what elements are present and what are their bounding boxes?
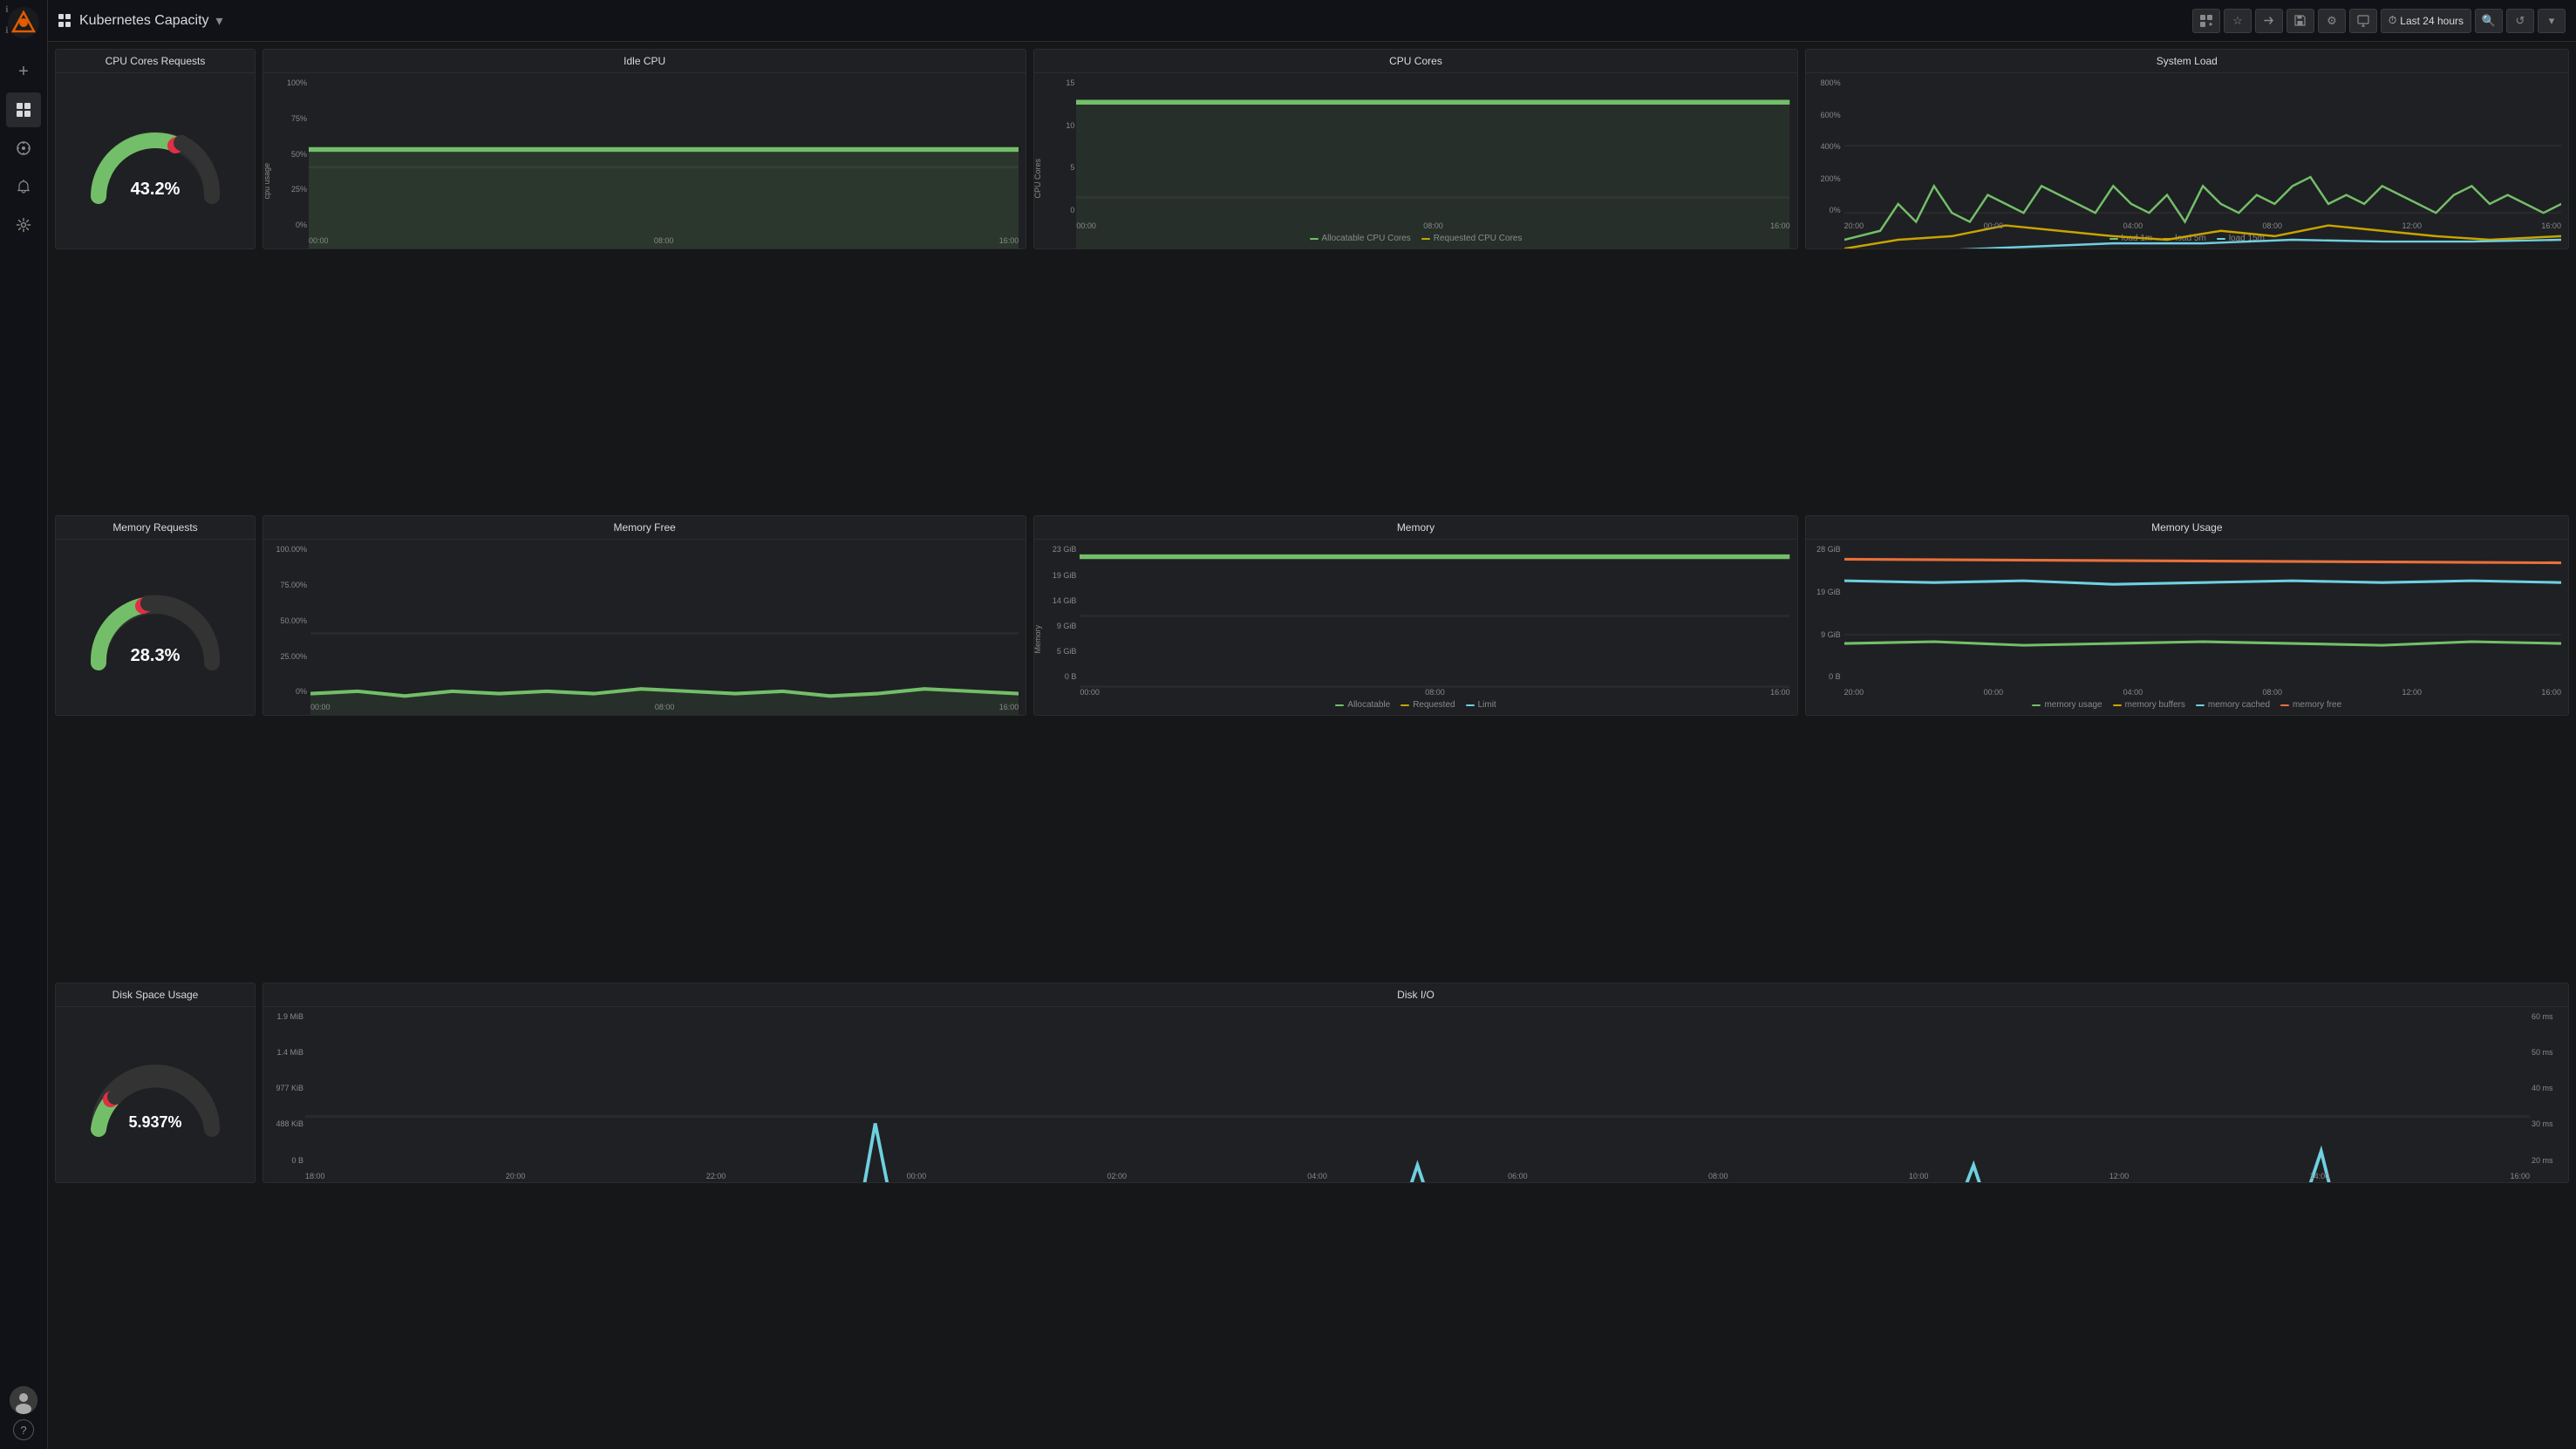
- star-btn[interactable]: ☆: [2224, 9, 2252, 33]
- sidebar-item-explore[interactable]: [6, 131, 41, 166]
- share-btn[interactable]: [2255, 9, 2283, 33]
- panel-body: 5.937%: [56, 1007, 255, 1182]
- dashboard-title: Kubernetes Capacity: [79, 13, 209, 29]
- x-labels: 18:0020:0022:0000:0002:0004:0006:0008:00…: [305, 1172, 2530, 1180]
- y-labels-left: 1.9 MiB1.4 MiB977 KiB488 KiB0 B: [267, 1012, 303, 1165]
- panel-title: Memory Requests: [56, 516, 255, 540]
- panel-title: Disk I/O: [263, 983, 2568, 1007]
- panel-title: CPU Cores: [1034, 50, 1796, 73]
- gauge: 5.937%: [85, 1051, 225, 1138]
- x-labels: 00:0008:0016:00: [1076, 221, 1789, 230]
- y-labels: 28 GiB19 GiB9 GiB0 B: [1809, 545, 1841, 681]
- clock-icon: ⏱: [2389, 14, 2396, 27]
- time-label: Last 24 hours: [2400, 15, 2464, 27]
- y-labels: 100.00%75.00%50.00%25.00%0%: [267, 545, 307, 696]
- panel-memory-free: Memory Free 100.00%75.00%50.00%25.00%0%: [262, 515, 1026, 716]
- chart-container: 800%600%400%200%0%: [1809, 78, 2565, 230]
- search-btn[interactable]: 🔍: [2475, 9, 2503, 33]
- add-panel-btn[interactable]: [2192, 9, 2220, 33]
- panel-title: CPU Cores Requests: [56, 50, 255, 73]
- y-labels: 800%600%400%200%0%: [1809, 78, 1841, 214]
- chart-container: 100.00%75.00%50.00%25.00%0% 00:0008:0016…: [267, 545, 1022, 711]
- panel-body: 28.3%: [56, 540, 255, 715]
- y-axis-label: Memory: [1034, 625, 1042, 654]
- panel-body: CPU Cores 151050: [1034, 73, 1796, 248]
- x-labels: 00:0008:0016:00: [1080, 688, 1789, 697]
- x-labels: 20:0000:0004:0008:0012:0016:00: [1844, 688, 2561, 697]
- chart-container: Memory 23 GiB19 GiB14 GiB9 GiB5 GiB0 B: [1038, 545, 1793, 697]
- panel-system-load: System Load 800%600%400%200%0%: [1805, 49, 2569, 249]
- x-labels: 00:0008:0016:00: [309, 236, 1019, 245]
- settings-btn[interactable]: ⚙: [2318, 9, 2346, 33]
- refresh-dropdown[interactable]: ▾: [2538, 9, 2566, 33]
- y-labels-right: 60 ms50 ms40 ms30 ms20 ms: [2532, 1012, 2565, 1165]
- dashboard-grid: CPU Cores Requests 43.2%: [48, 42, 2576, 1449]
- panel-body: 43.2%: [56, 73, 255, 248]
- y-axis-label: cpu usage: [263, 162, 271, 199]
- grid-icon: [58, 14, 72, 28]
- time-picker[interactable]: ⏱ Last 24 hours: [2381, 9, 2471, 33]
- panel-title: Idle CPU: [263, 50, 1026, 73]
- save-btn[interactable]: [2286, 9, 2314, 33]
- y-labels: 151050: [1050, 78, 1074, 214]
- panel-body: 28 GiB19 GiB9 GiB0 B: [1806, 540, 2568, 715]
- panel-title: Memory Usage: [1806, 516, 2568, 540]
- topbar-title: Kubernetes Capacity ▾: [58, 12, 223, 30]
- panel-cpu-cores: CPU Cores ℹ CPU Cores 151050: [1033, 49, 1797, 249]
- gauge: 43.2%: [85, 118, 225, 205]
- topbar-actions: ☆ ⚙ ⏱: [2192, 9, 2566, 33]
- panel-title: Memory: [1034, 516, 1796, 540]
- chart-svg: [310, 545, 1019, 715]
- panel-idle-cpu: Idle CPU cpu usage 100%75%50%25%0%: [262, 49, 1026, 249]
- panel-body: Memory 23 GiB19 GiB14 GiB9 GiB5 GiB0 B: [1034, 540, 1796, 715]
- panel-memory: Memory ℹ Memory 23 GiB19 GiB14 GiB9 GiB5…: [1033, 515, 1797, 716]
- sidebar-item-add[interactable]: +: [6, 54, 41, 89]
- chart-container: 28 GiB19 GiB9 GiB0 B: [1809, 545, 2565, 697]
- y-labels: 23 GiB19 GiB14 GiB9 GiB5 GiB0 B: [1050, 545, 1076, 681]
- chart-container: 1.9 MiB1.4 MiB977 KiB488 KiB0 B 60 ms50 …: [267, 1012, 2565, 1180]
- x-labels: 20:0000:0004:0008:0012:0016:00: [1844, 221, 2561, 230]
- chart-container: CPU Cores 151050: [1038, 78, 1793, 230]
- panel-disk-io: Disk I/O 1.9 MiB1.4 MiB977 KiB488 KiB0 B…: [262, 983, 2569, 1183]
- y-labels: 100%75%50%25%0%: [279, 78, 307, 229]
- chart-container: cpu usage 100%75%50%25%0%: [267, 78, 1022, 245]
- title-dropdown[interactable]: ▾: [216, 12, 223, 30]
- topbar: Kubernetes Capacity ▾ ☆: [48, 0, 2576, 42]
- panel-body: 100.00%75.00%50.00%25.00%0% 00:0008:0016…: [263, 540, 1026, 715]
- panel-disk-space-usage: Disk Space Usage 5.937%: [55, 983, 256, 1183]
- panel-cpu-cores-requests: CPU Cores Requests 43.2%: [55, 49, 256, 249]
- sidebar-bottom: ?: [10, 1386, 37, 1442]
- panel-body: 800%600%400%200%0%: [1806, 73, 2568, 248]
- chart-svg: [309, 78, 1019, 248]
- panel-title: Memory Free: [263, 516, 1026, 540]
- sidebar-item-configuration[interactable]: [6, 207, 41, 242]
- chart-svg: [305, 1012, 2530, 1182]
- panel-memory-usage: Memory Usage 28 GiB19 GiB9 GiB0 B: [1805, 515, 2569, 716]
- sidebar-item-alerting[interactable]: [6, 169, 41, 204]
- main-content: Kubernetes Capacity ▾ ☆: [48, 0, 2576, 1449]
- svg-text:43.2%: 43.2%: [131, 180, 181, 199]
- x-labels: 00:0008:0016:00: [310, 703, 1019, 711]
- avatar[interactable]: [10, 1386, 37, 1414]
- app-logo[interactable]: [8, 7, 39, 38]
- panel-title: Disk Space Usage: [56, 983, 255, 1007]
- sidebar-item-dashboard[interactable]: [6, 92, 41, 127]
- refresh-btn[interactable]: ↺: [2506, 9, 2534, 33]
- panel-body: 1.9 MiB1.4 MiB977 KiB488 KiB0 B 60 ms50 …: [263, 1007, 2568, 1182]
- panel-memory-requests: Memory Requests 28.3%: [55, 515, 256, 716]
- panel-body: cpu usage 100%75%50%25%0%: [263, 73, 1026, 248]
- display-btn[interactable]: [2349, 9, 2377, 33]
- svg-text:5.937%: 5.937%: [128, 1113, 181, 1131]
- gauge: 28.3%: [85, 584, 225, 671]
- panel-title: System Load: [1806, 50, 2568, 73]
- svg-text:28.3%: 28.3%: [131, 646, 181, 665]
- y-axis-label: CPU Cores: [1034, 159, 1042, 199]
- sidebar: +: [0, 0, 48, 1449]
- sidebar-item-help[interactable]: ?: [13, 1419, 34, 1440]
